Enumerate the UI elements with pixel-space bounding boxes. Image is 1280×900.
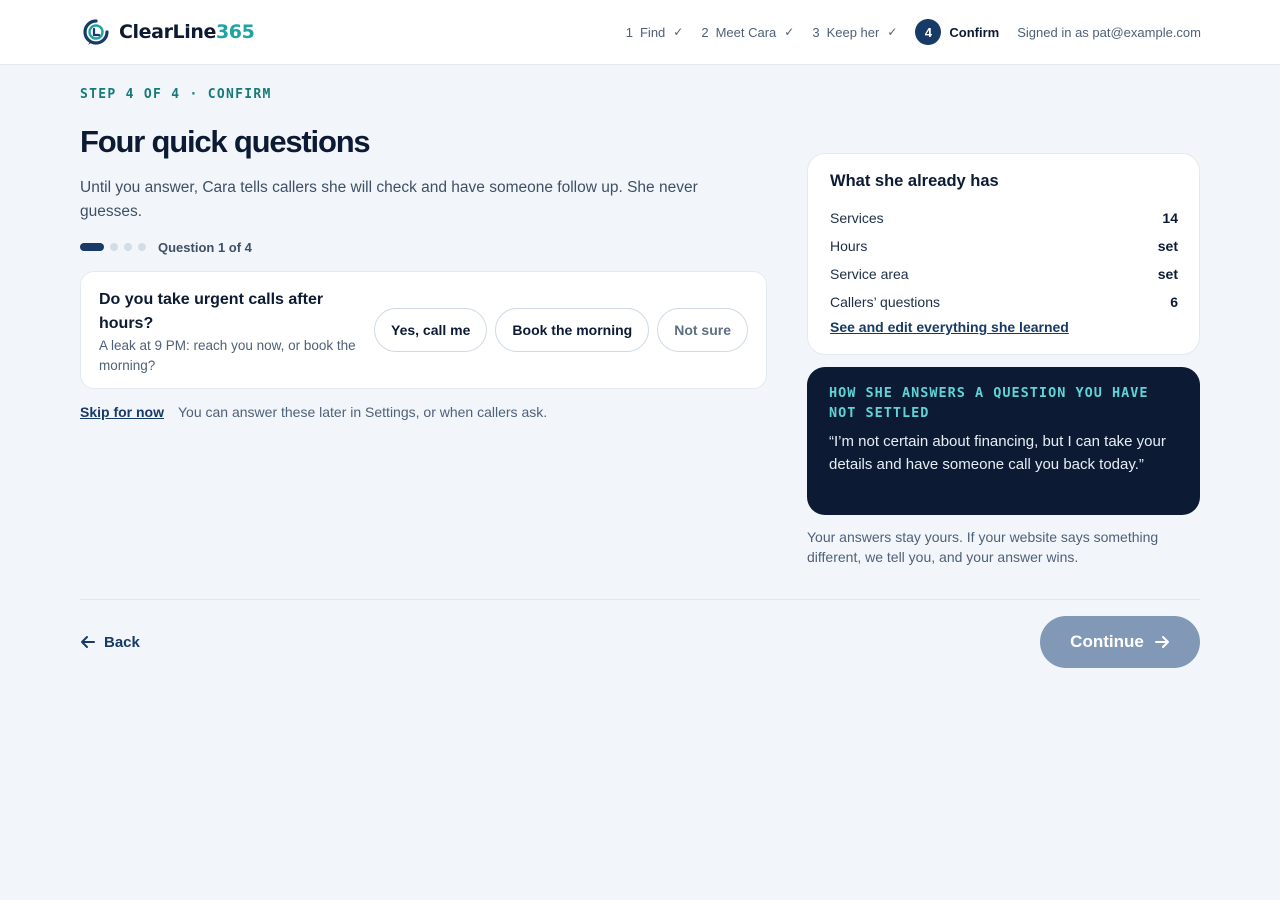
learned-summary-card: What she already has Services 14 Hours s… (807, 153, 1200, 355)
question-progress: Question 1 of 4 (80, 238, 252, 256)
brand-name-accent: 365 (215, 21, 255, 43)
step-keep-her[interactable]: 3 Keep her ✓ (812, 25, 897, 40)
question-subtitle: A leak at 9 PM: reach you now, or book t… (99, 338, 356, 373)
logo-icon (83, 19, 109, 45)
question-card: Do you take urgent calls after hours? A … (80, 271, 767, 389)
progress-dot (124, 243, 132, 251)
fact-value: 14 (1162, 210, 1178, 226)
continue-label: Continue (1070, 632, 1144, 651)
progress-label: Question 1 of 4 (158, 239, 252, 255)
arrow-right-icon (1154, 636, 1169, 648)
step-number: 3 (812, 24, 820, 40)
checkmark-icon: ✓ (673, 25, 684, 39)
footer-divider (80, 599, 1200, 600)
brand-name-main: ClearLine (119, 21, 216, 43)
step-label: Confirm (949, 24, 1000, 40)
answer-not-sure-button[interactable]: Not sure (657, 308, 748, 352)
step-confirm: 4 Confirm (915, 19, 999, 45)
question-text: Do you take urgent calls after hours? A … (99, 288, 369, 376)
answer-options: Yes, call me Book the morning Not sure (366, 308, 748, 352)
answer-yes-call-me-button[interactable]: Yes, call me (374, 308, 488, 352)
fact-row: Services 14 (830, 204, 1178, 232)
skip-row: Skip for now You can answer these later … (80, 404, 547, 420)
skip-for-now-link[interactable]: Skip for now (80, 404, 164, 420)
continue-button[interactable]: Continue (1040, 616, 1200, 668)
example-heading: HOW SHE ANSWERS A QUESTION YOU HAVE NOT … (829, 385, 1149, 421)
back-button[interactable]: Back (80, 630, 140, 654)
skip-note: You can answer these later in Settings, … (178, 404, 548, 420)
fact-label: Services (830, 210, 884, 226)
fact-row: Hours set (830, 232, 1178, 260)
fact-value: 6 (1170, 294, 1178, 310)
facts-list: Services 14 Hours set Service area set C… (830, 204, 1178, 316)
example-answer-card: HOW SHE ANSWERS A QUESTION YOU HAVE NOT … (807, 367, 1200, 515)
ownership-note: Your answers stay yours. If your website… (807, 529, 1159, 565)
step-label: Keep her (826, 24, 880, 40)
summary-heading: What she already has (830, 172, 999, 190)
progress-dot (110, 243, 118, 251)
answer-book-morning-button[interactable]: Book the morning (495, 308, 650, 352)
arrow-left-icon (81, 636, 95, 648)
step-label: Find (639, 24, 666, 40)
step-eyebrow: STEP 4 OF 4 · CONFIRM (80, 87, 272, 102)
step-label: Meet Cara (715, 24, 777, 40)
step-number-badge: 4 (915, 19, 942, 45)
progress-dot (138, 243, 146, 251)
brand-logo[interactable]: ClearLine365 (82, 18, 255, 46)
example-quote: “I’m not certain about financing, but I … (829, 433, 1166, 473)
page-title: Four quick questions (80, 124, 371, 159)
fact-row: Service area set (830, 260, 1178, 288)
fact-label: Hours (830, 238, 868, 254)
fact-label: Service area (830, 266, 909, 282)
fact-value: set (1157, 266, 1178, 282)
step-find[interactable]: 1 Find ✓ (626, 25, 684, 40)
back-label: Back (104, 633, 140, 651)
edit-learned-link[interactable]: See and edit everything she learned (830, 319, 1069, 335)
step-number: 1 (625, 24, 633, 40)
top-bar: ClearLine365 1 Find ✓ 2 Meet Cara ✓ 3 Ke… (0, 0, 1280, 65)
fact-value: set (1157, 238, 1178, 254)
question-title: Do you take urgent calls after hours? (99, 291, 324, 332)
fact-label: Callers’ questions (830, 294, 940, 310)
stepper: 1 Find ✓ 2 Meet Cara ✓ 3 Keep her ✓ 4 Co… (626, 19, 1201, 45)
brand-name: ClearLine365 (119, 21, 255, 43)
step-number: 2 (701, 24, 709, 40)
step-meet-cara[interactable]: 2 Meet Cara ✓ (701, 25, 794, 40)
checkmark-icon: ✓ (887, 25, 898, 39)
progress-dot-active (80, 243, 104, 251)
fact-row: Callers’ questions 6 (830, 288, 1178, 316)
intro-text: Until you answer, Cara tells callers she… (80, 179, 698, 220)
signed-in-status: Signed in as pat@example.com (1017, 24, 1201, 40)
checkmark-icon: ✓ (784, 25, 795, 39)
